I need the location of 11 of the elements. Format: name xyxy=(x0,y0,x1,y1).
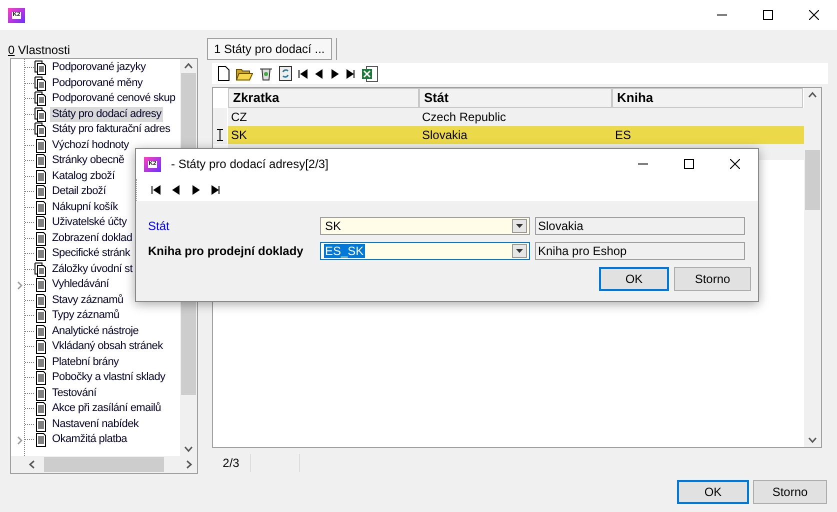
table-cell-text: Slovakia xyxy=(421,127,468,144)
table-cell-text: ES xyxy=(614,127,632,144)
description-field: Kniha pro Eshop xyxy=(535,242,745,260)
description-field: Slovakia xyxy=(535,217,745,235)
record-counter: 2/3 xyxy=(212,454,251,472)
dialog-title: - Státy pro dodací adresy[2/3] xyxy=(171,157,328,171)
table-cell-text: Czech Republic xyxy=(421,109,508,126)
pane-title: 0 Vlastnosti xyxy=(8,43,70,57)
field-label: Kniha pro prodejní doklady xyxy=(148,244,304,258)
table-cell-text: SK xyxy=(230,127,248,144)
table-cell-text: CZ xyxy=(230,109,248,126)
